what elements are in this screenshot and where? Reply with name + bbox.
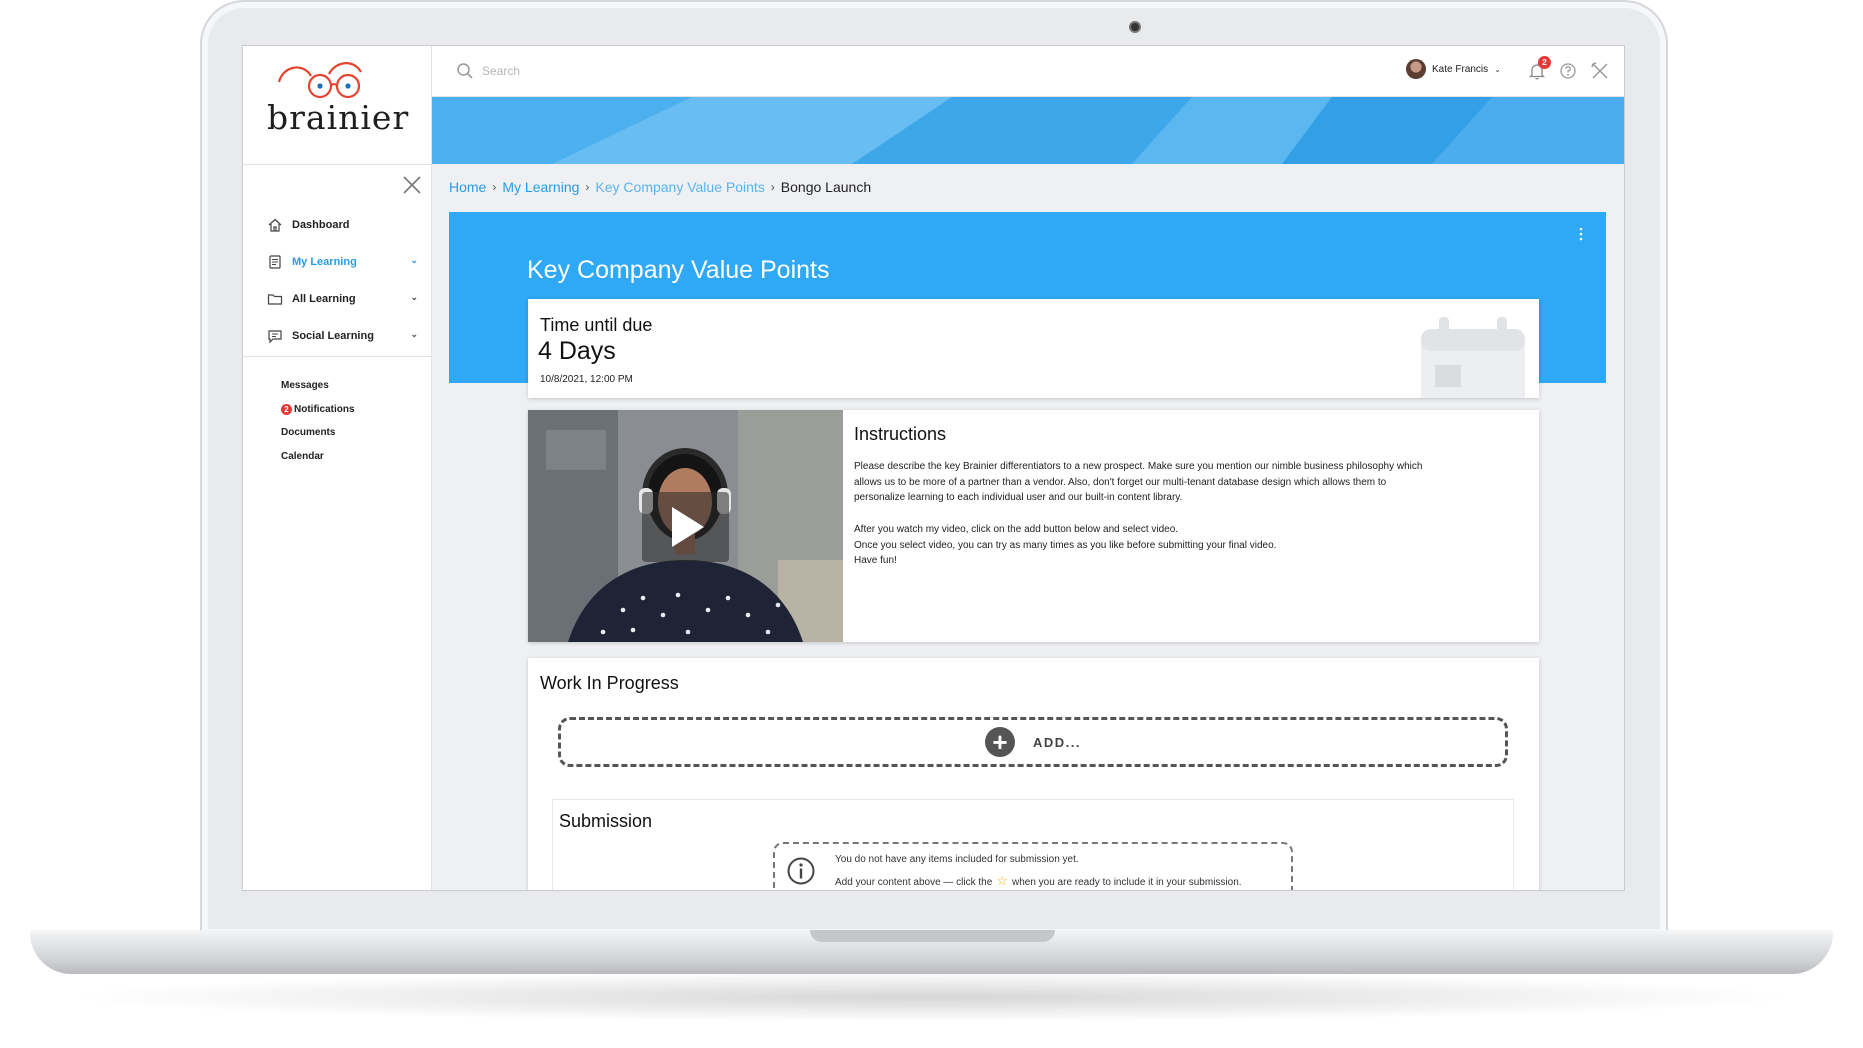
sidebar-link-messages[interactable]: Messages [281,374,355,398]
instructions-card: Instructions Please describe the key Bra… [528,410,1539,642]
page-title: Key Company Value Points [527,256,830,284]
link-label: Notifications [294,403,355,415]
add-content-button[interactable]: + ADD... [558,717,1508,767]
breadcrumb-home[interactable]: Home [449,179,486,195]
sidebar-nav: Dashboard My Learning ⌄ All Learning ⌄ S… [243,206,432,354]
breadcrumb-separator: › [585,180,590,194]
notifications-button[interactable]: 2 [1526,56,1551,82]
sidebar-item-dashboard[interactable]: Dashboard [243,206,432,243]
sidebar-item-label: Dashboard [292,218,350,231]
tools-icon[interactable] [1589,60,1611,82]
folder-icon [267,293,283,305]
sidebar-divider [243,356,432,357]
instruction-line: allows us to be more of a partner than a… [854,476,1387,488]
due-value: 4 Days [538,337,616,365]
user-menu[interactable]: Kate Francis ⌄ [1406,59,1501,79]
note-text: Add your content above — click the [835,877,993,888]
brand-logo[interactable]: brainier [243,46,432,165]
chat-icon [268,329,282,343]
sidebar-item-social-learning[interactable]: Social Learning ⌄ [243,317,432,354]
breadcrumb-current: Bongo Launch [780,179,872,195]
sidebar-item-label: All Learning [292,292,356,305]
header-banner [432,97,1624,164]
due-date: 10/8/2021, 12:00 PM [540,374,633,385]
top-bar: Kate Francis ⌄ 2 [432,46,1624,97]
laptop-shadow [60,972,1803,1022]
chevron-down-icon: ⌄ [1494,64,1501,74]
instructions-body: Please describe the key Brainier differe… [854,459,1514,569]
user-name: Kate Francis [1432,63,1489,75]
chevron-down-icon[interactable]: ⌄ [410,329,418,340]
submission-note-line2: Add your content above — click the ☆ when … [835,873,1242,889]
play-button[interactable] [642,492,729,562]
brand-name: brainier [267,98,410,137]
instruction-line: After you watch my video, click on the a… [854,523,1179,535]
instruction-line: Have fun! [854,555,897,567]
breadcrumb-separator: › [770,180,775,194]
note-text: when you are ready to include it in your… [1011,877,1242,888]
calendar-icon [1421,317,1525,398]
camera-dot [1129,21,1141,33]
laptop-notch [810,930,1055,942]
close-icon[interactable] [401,174,423,196]
sidebar-item-label: Social Learning [292,329,374,342]
avatar [1406,59,1426,79]
plus-icon: + [985,727,1015,757]
sidebar-item-my-learning[interactable]: My Learning ⌄ [243,243,432,280]
sidebar-links: Messages 2 Notifications Documents Calen… [281,374,355,468]
help-icon[interactable] [1557,60,1579,82]
breadcrumb-course[interactable]: Key Company Value Points [595,179,764,195]
link-label: Messages [281,380,329,392]
breadcrumb-separator: › [492,180,497,194]
home-icon [268,218,282,232]
search-input[interactable] [482,60,782,82]
instruction-line: Please describe the key Brainier differe… [854,461,1423,472]
submission-note-line1: You do not have any items included for s… [835,854,1079,865]
work-in-progress-card: Work In Progress + ADD... Submission You… [528,658,1539,890]
banner-pattern [432,97,1624,164]
work-in-progress-title: Work In Progress [540,673,679,693]
instruction-line: personalize learning to each individual … [854,492,1183,504]
breadcrumb-my-learning[interactable]: My Learning [502,179,579,195]
sidebar-link-documents[interactable]: Documents [281,421,355,445]
instructions-title: Instructions [854,424,947,444]
due-card: Time until due 4 Days 10/8/2021, 12:00 P… [528,299,1539,398]
submission-card: Submission You do not have any items inc… [552,799,1514,890]
chevron-down-icon[interactable]: ⌄ [410,255,418,266]
notification-badge: 2 [1538,56,1551,69]
more-options-icon[interactable] [1576,226,1586,242]
breadcrumb: Home › My Learning › Key Company Value P… [449,179,871,195]
sidebar-link-notifications[interactable]: 2 Notifications [281,398,355,422]
instruction-video[interactable] [528,410,843,642]
link-label: Calendar [281,450,324,462]
notification-count-badge: 2 [281,403,292,415]
play-icon [671,507,704,547]
sidebar-item-label: My Learning [292,255,357,268]
glasses-logo-icon [277,62,362,99]
add-label: ADD... [1033,734,1081,750]
sidebar: brainier Dashboard My Learning ⌄ All Lea… [243,46,432,890]
submission-title: Submission [559,811,653,831]
chevron-down-icon[interactable]: ⌄ [410,292,418,303]
document-icon [269,254,281,269]
link-label: Documents [281,427,336,439]
star-icon: ☆ [996,873,1008,888]
instruction-line: Once you select video, you can try as ma… [854,539,1277,551]
submission-empty-note: You do not have any items included for s… [773,842,1293,890]
search-icon[interactable] [456,62,474,80]
sidebar-link-calendar[interactable]: Calendar [281,445,355,469]
due-label: Time until due [540,315,653,335]
app-screen: brainier Dashboard My Learning ⌄ All Lea… [242,45,1625,891]
info-icon [787,857,815,885]
sidebar-item-all-learning[interactable]: All Learning ⌄ [243,280,432,317]
